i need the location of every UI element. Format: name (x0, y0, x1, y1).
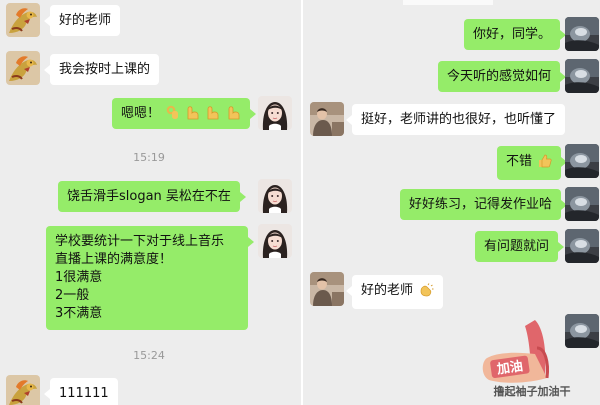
received-message[interactable]: 111111 (44, 378, 118, 405)
message-line: 2一般 (55, 288, 90, 303)
sent-message[interactable]: 有问题就问 (475, 231, 565, 262)
message-text: 你好，同学。 (473, 27, 552, 42)
message-text: 我会按时上课的 (59, 62, 151, 77)
message-line: 3不满意 (55, 306, 103, 321)
right-chat-panel: 你好，同学。 今天听的感觉如何 挺好，老师讲的也很好，也听懂了 不错 好好练习，… (303, 0, 600, 405)
sent-message[interactable]: 今天听的感觉如何 (438, 61, 567, 92)
flexed-biceps-emoji (186, 105, 200, 125)
message-text: 111111 (59, 386, 109, 401)
timestamp: 15:24 (133, 349, 165, 362)
message-text: 饶舌滑手slogan 吴松在不在 (67, 189, 231, 204)
sent-message[interactable]: 好好练习，记得发作业哈 (400, 189, 568, 220)
message-text: 好好练习，记得发作业哈 (409, 197, 553, 212)
clapping-hands-emoji (419, 283, 434, 302)
sticker-caption: 撸起袖子加油干 (493, 385, 571, 398)
left-chat-panel: 好的老师 我会按时上课的 嗯嗯！ 15:19 饶舌滑手slogan 吴松在不在 … (0, 0, 301, 405)
self-avatar[interactable] (565, 187, 599, 221)
self-avatar[interactable] (258, 96, 292, 130)
message-line: 直播上课的满意度！ (55, 252, 173, 267)
message-text: 好的老师 (361, 283, 414, 298)
self-avatar[interactable] (258, 224, 292, 258)
received-message[interactable]: 挺好，老师讲的也很好，也听懂了 (345, 104, 566, 135)
message-line: 1很满意 (55, 270, 103, 285)
message-text: 挺好，老师讲的也很好，也听懂了 (361, 112, 557, 127)
self-avatar[interactable] (565, 17, 599, 51)
self-avatar[interactable] (565, 229, 599, 263)
message-text: 有问题就问 (484, 239, 550, 254)
message-text: 好的老师 (59, 13, 112, 28)
self-avatar[interactable] (258, 179, 292, 213)
flexed-biceps-emoji (227, 105, 241, 125)
ok-hand-emoji (166, 105, 180, 125)
sent-message[interactable]: 不错 (497, 146, 568, 180)
message-text: 不错 (506, 154, 533, 169)
self-avatar[interactable] (565, 144, 599, 178)
contact-avatar[interactable] (6, 375, 40, 405)
thumbs-up-emoji (538, 154, 552, 173)
received-message[interactable]: 好的老师 (43, 5, 121, 36)
received-message[interactable]: 好的老师 (345, 275, 444, 309)
flexed-biceps-emoji (206, 105, 220, 125)
cropped-header (403, 0, 493, 5)
contact-avatar[interactable] (310, 102, 344, 136)
self-avatar[interactable] (565, 59, 599, 93)
contact-avatar[interactable] (310, 272, 344, 306)
sent-message[interactable]: 你好，同学。 (464, 19, 567, 50)
message-text: 今天听的感觉如何 (447, 69, 552, 84)
received-message[interactable]: 我会按时上课的 (43, 54, 160, 85)
sent-message[interactable]: 学校要统计一下对于线上音乐 直播上课的满意度！ 1很满意 2一般 3不满意 (46, 226, 254, 330)
sent-message[interactable]: 嗯嗯！ (112, 98, 256, 129)
contact-avatar[interactable] (6, 3, 40, 37)
sent-message[interactable]: 饶舌滑手slogan 吴松在不在 (58, 181, 246, 212)
message-text: 嗯嗯！ (121, 106, 161, 121)
message-line: 学校要统计一下对于线上音乐 (55, 234, 225, 249)
timestamp: 15:19 (133, 151, 165, 164)
contact-avatar[interactable] (6, 51, 40, 85)
